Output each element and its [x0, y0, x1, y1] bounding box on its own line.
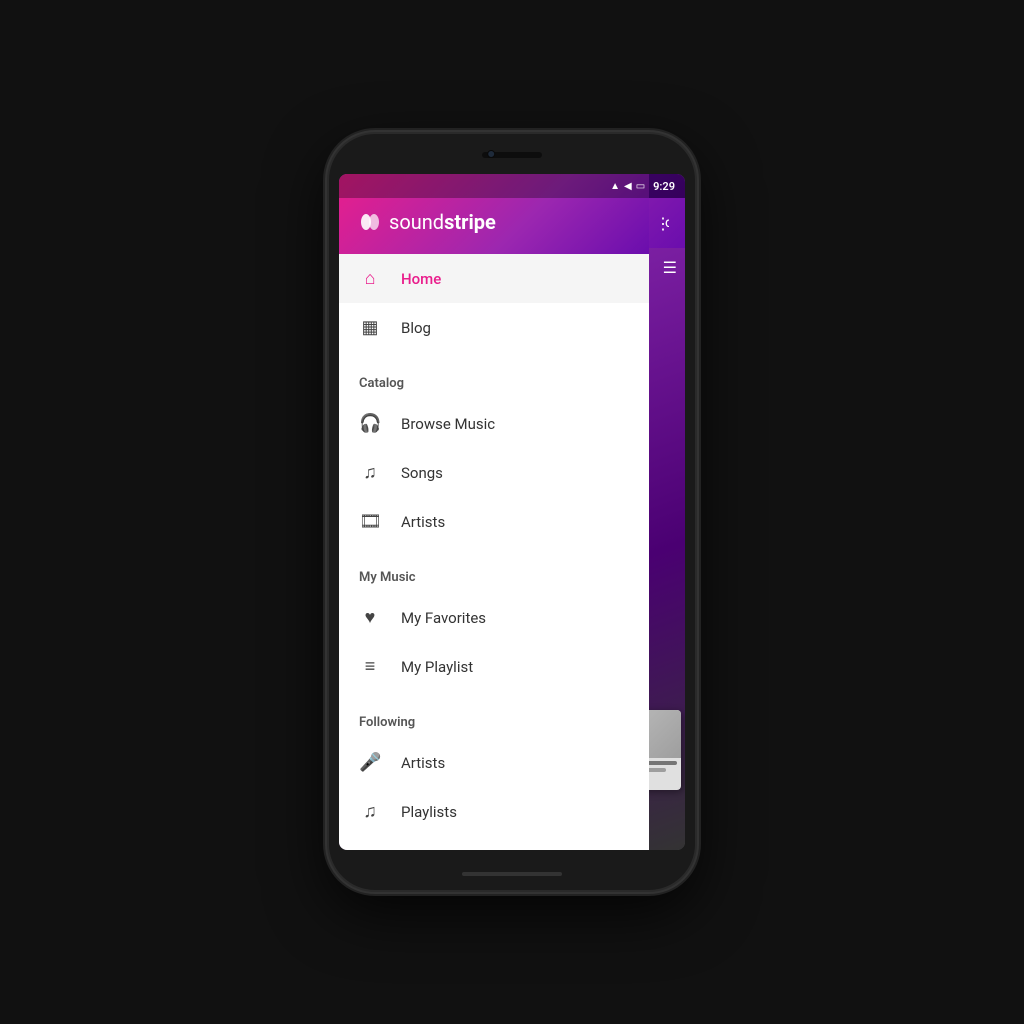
playlists-label: Playlists [401, 803, 457, 821]
blog-label: Blog [401, 319, 431, 337]
menu-item-artists-catalog[interactable]: 🎞 Artists [339, 497, 649, 546]
menu-item-playlists[interactable]: ♫ Playlists [339, 787, 649, 836]
more-options-icon[interactable]: ⋮ [655, 214, 671, 233]
my-playlist-label: My Playlist [401, 658, 473, 676]
logo-text: soundstripe [389, 210, 496, 234]
menu-item-songs[interactable]: ♫ Songs [339, 448, 649, 497]
background-card [649, 710, 681, 790]
playlists-icon: ♫ [359, 801, 381, 822]
home-icon: ⌂ [359, 268, 381, 289]
hamburger-icon[interactable]: ☰ [663, 258, 677, 277]
card-bar-1 [649, 761, 677, 765]
wifi-icon: ▲ [610, 181, 620, 192]
menu-item-following-artists[interactable]: 🎤 Artists [339, 738, 649, 787]
home-label: Home [401, 270, 441, 288]
songs-label: Songs [401, 464, 443, 482]
artists-catalog-label: Artists [401, 513, 445, 531]
battery-icon: ▭ [636, 181, 645, 192]
navigation-drawer: soundstripe ⌂ Home ▦ Blog Catalog 🎧 Brow… [339, 174, 649, 850]
card-image [649, 710, 681, 758]
playlist-icon: ≡ [359, 656, 381, 677]
headphones-icon: 🎧 [359, 413, 381, 434]
content-background: ☰ [649, 248, 685, 850]
phone-camera [487, 150, 495, 158]
soundstripe-logo-icon [359, 211, 381, 233]
phone-bottom-bar [462, 872, 562, 876]
catalog-section-header: Catalog [339, 360, 649, 399]
menu-item-my-favorites[interactable]: ♥ My Favorites [339, 593, 649, 642]
status-bar: ▲ ◀ ▭ 9:29 [339, 174, 685, 198]
artists-catalog-icon: 🎞 [359, 511, 381, 532]
heart-icon: ♥ [359, 607, 381, 628]
menu-item-browse-music[interactable]: 🎧 Browse Music [339, 399, 649, 448]
following-artists-label: Artists [401, 754, 445, 772]
my-profile-section-header: My Profile [339, 844, 649, 850]
status-time: 9:29 [653, 180, 675, 193]
songs-icon: ♫ [359, 462, 381, 483]
phone-device: ▲ ◀ ▭ 9:29 d Mu... ⋮ ☰ [327, 132, 697, 892]
my-favorites-label: My Favorites [401, 609, 486, 627]
card-bar-2 [649, 768, 666, 772]
menu-item-blog[interactable]: ▦ Blog [339, 303, 649, 352]
signal-icon: ◀ [624, 181, 632, 192]
menu-item-home[interactable]: ⌂ Home [339, 254, 649, 303]
menu-item-my-playlist[interactable]: ≡ My Playlist [339, 642, 649, 691]
browse-music-label: Browse Music [401, 415, 495, 433]
following-section-header: Following [339, 699, 649, 738]
blog-icon: ▦ [359, 317, 381, 338]
status-icons: ▲ ◀ ▭ 9:29 [610, 180, 675, 193]
microphone-icon: 🎤 [359, 752, 381, 773]
my-music-section-header: My Music [339, 554, 649, 593]
main-content: ☰ [649, 248, 685, 850]
phone-screen: ▲ ◀ ▭ 9:29 d Mu... ⋮ ☰ [339, 174, 685, 850]
